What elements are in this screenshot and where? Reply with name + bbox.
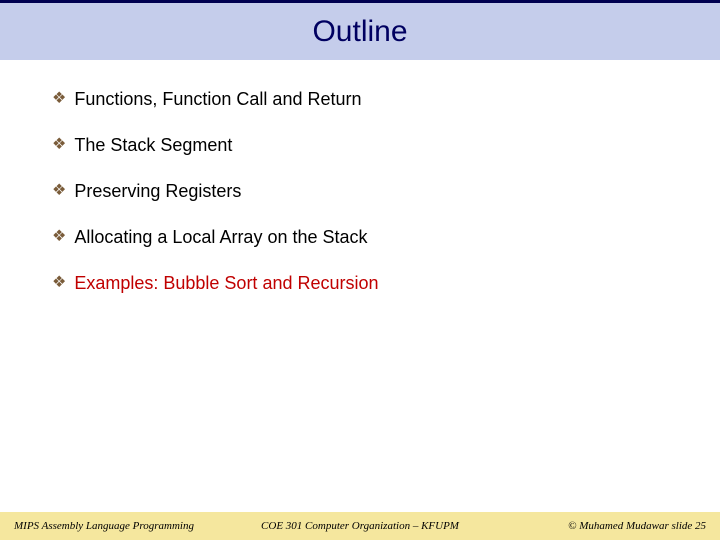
content-area: ❖ Functions, Function Call and Return ❖ … bbox=[0, 60, 720, 294]
slide-title: Outline bbox=[312, 15, 407, 49]
diamond-bullet-icon: ❖ bbox=[52, 226, 66, 248]
bullet-item: ❖ The Stack Segment bbox=[52, 134, 668, 156]
footer-left: MIPS Assembly Language Programming bbox=[14, 520, 245, 532]
diamond-bullet-icon: ❖ bbox=[52, 134, 66, 156]
bullet-item-active: ❖ Examples: Bubble Sort and Recursion bbox=[52, 272, 668, 294]
bullet-text: The Stack Segment bbox=[74, 134, 232, 156]
bullet-text: Examples: Bubble Sort and Recursion bbox=[74, 272, 378, 294]
footer-bar: MIPS Assembly Language Programming COE 3… bbox=[0, 512, 720, 540]
bullet-text: Preserving Registers bbox=[74, 180, 241, 202]
bullet-text: Allocating a Local Array on the Stack bbox=[74, 226, 367, 248]
bullet-item: ❖ Preserving Registers bbox=[52, 180, 668, 202]
diamond-bullet-icon: ❖ bbox=[52, 272, 66, 294]
bullet-text: Functions, Function Call and Return bbox=[74, 88, 361, 110]
diamond-bullet-icon: ❖ bbox=[52, 180, 66, 202]
title-bar: Outline bbox=[0, 0, 720, 60]
bullet-item: ❖ Functions, Function Call and Return bbox=[52, 88, 668, 110]
footer-right: © Muhamed Mudawar slide 25 bbox=[475, 520, 706, 532]
diamond-bullet-icon: ❖ bbox=[52, 88, 66, 110]
bullet-item: ❖ Allocating a Local Array on the Stack bbox=[52, 226, 668, 248]
footer-center: COE 301 Computer Organization – KFUPM bbox=[245, 520, 476, 532]
